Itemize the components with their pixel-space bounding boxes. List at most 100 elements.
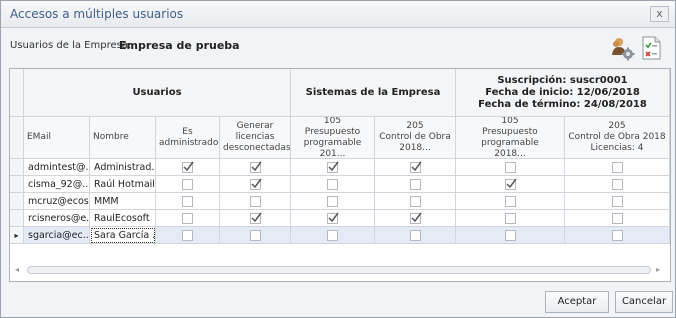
checkbox-unchecked[interactable] <box>182 196 193 207</box>
cancel-button[interactable]: Cancelar <box>615 291 673 313</box>
checkbox-checked[interactable] <box>250 161 262 173</box>
scroll-left-icon[interactable]: ◂ <box>15 265 19 274</box>
checkbox-unchecked[interactable] <box>612 230 623 241</box>
header-corner <box>10 69 24 117</box>
checkbox-checked[interactable] <box>410 161 422 173</box>
header-line: Nombre <box>93 132 129 142</box>
checkbox-checked[interactable] <box>505 178 517 190</box>
nombre-cell[interactable]: RaulEcosoft <box>90 210 156 227</box>
email-cell[interactable]: mcruz@ecos... <box>24 193 90 210</box>
checkbox-cell <box>375 210 456 227</box>
checkbox-unchecked[interactable] <box>410 230 421 241</box>
checkbox-cell <box>220 210 291 227</box>
check-icon <box>411 212 422 223</box>
col-control-obra-suscripcion-header[interactable]: 205 Control de Obra 2018 Licencias: 4 <box>565 117 670 159</box>
col-email-header[interactable]: EMail <box>24 117 90 159</box>
check-icon <box>251 161 262 172</box>
checkbox-unchecked[interactable] <box>182 179 193 190</box>
checkbox-unchecked[interactable] <box>505 196 516 207</box>
header-line: 105 <box>501 117 519 126</box>
col-generar-licencias-header[interactable]: Generar licencias desconectadas <box>220 117 291 159</box>
checkbox-cell <box>156 159 220 176</box>
check-icon <box>328 161 339 172</box>
checkbox-cell <box>291 159 375 176</box>
header-line: licencias <box>235 132 275 142</box>
email-cell[interactable]: rcisneros@e... <box>24 210 90 227</box>
header-line: Control de Obra <box>379 132 451 142</box>
checkbox-unchecked[interactable] <box>327 179 338 190</box>
checkbox-unchecked[interactable] <box>250 196 261 207</box>
col-presupuesto-suscripcion-header[interactable]: 105 Presupuesto programable 2018... <box>456 117 565 159</box>
header-line: 105 <box>323 117 342 126</box>
check-icon <box>251 178 262 189</box>
suscripcion-end: Fecha de término: 24/08/2018 <box>478 98 647 110</box>
checkbox-cell <box>291 210 375 227</box>
checkbox-unchecked[interactable] <box>410 179 421 190</box>
checkbox-cell <box>291 193 375 210</box>
checkbox-unchecked[interactable] <box>612 179 623 190</box>
scroll-right-icon[interactable]: ▸ <box>656 265 660 274</box>
checkbox-cell <box>375 227 456 244</box>
checkbox-cell <box>220 159 291 176</box>
row-indicator[interactable] <box>10 176 24 193</box>
row-indicator[interactable] <box>10 193 24 210</box>
checkbox-unchecked[interactable] <box>505 230 516 241</box>
title-bar: Accesos a múltiples usuarios x <box>1 1 675 28</box>
header-line: Presupuesto <box>304 126 361 137</box>
checkbox-cell <box>220 227 291 244</box>
checkbox-checked[interactable] <box>327 161 339 173</box>
checkbox-unchecked[interactable] <box>505 162 516 173</box>
checkbox-unchecked[interactable] <box>612 162 623 173</box>
email-cell[interactable]: admintest@... <box>24 159 90 176</box>
checkbox-checked[interactable] <box>182 161 194 173</box>
users-settings-icon[interactable] <box>609 35 635 61</box>
row-indicator[interactable]: ▸ <box>10 227 24 244</box>
header-line: programable 201... <box>303 137 362 159</box>
nombre-cell[interactable]: Administrad... <box>90 159 156 176</box>
checkbox-unchecked[interactable] <box>612 196 623 207</box>
checkbox-checked[interactable] <box>410 212 422 224</box>
header-line: EMail <box>27 132 51 142</box>
band-usuarios: Usuarios <box>24 69 291 117</box>
checkbox-unchecked[interactable] <box>250 230 261 241</box>
checkbox-unchecked[interactable] <box>505 213 516 224</box>
cell-focus-outline <box>91 228 155 243</box>
email-cell[interactable]: sgarcia@ec... <box>24 227 90 244</box>
current-row-icon: ▸ <box>14 231 19 240</box>
col-presupuesto-sistema-header[interactable]: 105 Presupuesto programable 201... <box>291 117 375 159</box>
checkbox-checked[interactable] <box>250 212 262 224</box>
col-control-obra-sistema-header[interactable]: 205 Control de Obra 2018... <box>375 117 456 159</box>
horizontal-scrollbar[interactable]: ◂ ▸ <box>11 262 667 278</box>
checklist-icon[interactable] <box>638 35 664 61</box>
checkbox-cell <box>456 176 565 193</box>
checkbox-unchecked[interactable] <box>410 196 421 207</box>
row-indicator[interactable] <box>10 159 24 176</box>
checkbox-cell <box>375 159 456 176</box>
nombre-cell[interactable]: Raúl Hotmail <box>90 176 156 193</box>
col-es-administrador-header[interactable]: Es administrador <box>156 117 220 159</box>
accept-button[interactable]: Aceptar <box>545 291 609 313</box>
header-line: 205 <box>406 121 424 131</box>
checkbox-cell <box>456 159 565 176</box>
col-nombre-header[interactable]: Nombre <box>90 117 156 159</box>
checkbox-unchecked[interactable] <box>327 196 338 207</box>
checkbox-checked[interactable] <box>327 212 339 224</box>
checkbox-unchecked[interactable] <box>182 213 193 224</box>
close-button[interactable]: x <box>650 6 669 22</box>
checkbox-checked[interactable] <box>250 178 262 190</box>
scrollbar-thumb[interactable] <box>27 266 651 274</box>
checkbox-unchecked[interactable] <box>612 213 623 224</box>
checkbox-cell <box>375 176 456 193</box>
checkbox-unchecked[interactable] <box>327 230 338 241</box>
header-line: administrador <box>159 137 220 148</box>
users-grid: Usuarios Sistemas de la Empresa Suscripc… <box>9 68 671 282</box>
check-icon <box>506 178 517 189</box>
checkbox-unchecked[interactable] <box>182 230 193 241</box>
email-cell[interactable]: cisma_92@... <box>24 176 90 193</box>
row-indicator[interactable] <box>10 210 24 227</box>
checkbox-cell <box>156 227 220 244</box>
checkbox-cell <box>456 193 565 210</box>
company-name: Empresa de prueba <box>119 39 240 52</box>
check-icon <box>411 161 422 172</box>
nombre-cell[interactable]: MMM <box>90 193 156 210</box>
